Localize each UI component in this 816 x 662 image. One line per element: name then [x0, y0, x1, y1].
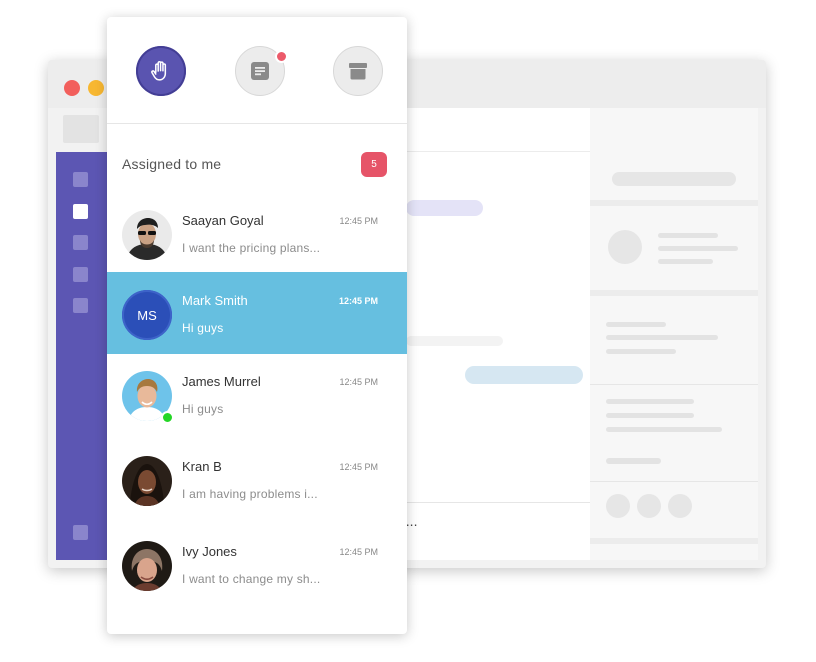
divider	[406, 151, 592, 152]
message-preview: Hi guys	[182, 321, 224, 335]
pane-separator	[590, 290, 758, 296]
pane-separator	[590, 538, 758, 544]
archive-icon	[349, 63, 367, 80]
avatar	[122, 541, 172, 591]
placeholder-line	[606, 413, 694, 418]
hand-icon	[151, 61, 167, 81]
placeholder-line	[606, 349, 676, 354]
conversation-item[interactable]: Ivy Jones 12:45 PM I want to change my s…	[107, 523, 407, 605]
placeholder-line	[606, 458, 661, 464]
message-bubble-placeholder	[406, 336, 503, 346]
sidebar-nav-item[interactable]	[73, 298, 88, 313]
message-preview: Hi guys	[182, 402, 224, 416]
divider	[406, 502, 592, 503]
message-preview: I want the pricing plans...	[182, 241, 321, 255]
avatar-initials: MS	[122, 290, 172, 340]
sidebar-nav-item-active[interactable]	[73, 204, 88, 219]
contact-name: Saayan Goyal	[182, 213, 264, 228]
sidebar-nav-item-bottom[interactable]	[73, 525, 88, 540]
sidebar-nav-item[interactable]	[73, 172, 88, 187]
contact-name: Kran B	[182, 459, 222, 474]
window-close-button[interactable]	[64, 80, 80, 96]
details-pane-placeholder	[590, 108, 758, 560]
avatar	[122, 210, 172, 260]
placeholder-circle	[668, 494, 692, 518]
message-time: 12:45 PM	[339, 377, 378, 387]
placeholder-line	[658, 233, 718, 238]
panel-header	[107, 17, 407, 124]
placeholder-line	[606, 335, 718, 340]
placeholder-line	[606, 427, 722, 432]
toolbar-placeholder	[63, 115, 99, 143]
message-time: 12:45 PM	[339, 216, 378, 226]
sidebar-nav-item[interactable]	[73, 267, 88, 282]
contact-name: Mark Smith	[182, 293, 248, 308]
pane-separator	[590, 200, 758, 206]
online-status-indicator	[161, 411, 174, 424]
message-time: 12:45 PM	[339, 462, 378, 472]
archive-button[interactable]	[333, 46, 383, 96]
sidebar-nav-item[interactable]	[73, 235, 88, 250]
placeholder-line	[606, 322, 666, 327]
placeholder-line	[606, 399, 694, 404]
assigned-filter-button[interactable]	[136, 46, 186, 96]
message-time: 12:45 PM	[339, 547, 378, 557]
notification-dot	[275, 50, 288, 63]
conversation-item-selected[interactable]: MS Mark Smith 12:45 PM Hi guys	[107, 272, 407, 354]
unread-count-badge: 5	[361, 152, 387, 177]
placeholder-line	[658, 246, 738, 251]
divider	[590, 384, 758, 385]
section-title: Assigned to me	[122, 156, 222, 172]
divider	[590, 481, 758, 482]
placeholder-avatar	[608, 230, 642, 264]
placeholder-circle	[606, 494, 630, 518]
app-sidebar	[56, 152, 108, 560]
chat-area-placeholder: e...	[398, 108, 592, 560]
message-preview: I am having problems i...	[182, 487, 318, 501]
document-icon	[251, 62, 269, 80]
contact-name: Ivy Jones	[182, 544, 237, 559]
message-preview: I want to change my sh...	[182, 572, 321, 586]
placeholder-bar	[612, 172, 736, 186]
conversation-item[interactable]: James Murrel 12:45 PM Hi guys	[107, 353, 407, 435]
message-bubble-placeholder	[406, 200, 483, 216]
placeholder-circle	[637, 494, 661, 518]
message-time: 12:45 PM	[338, 296, 378, 306]
contact-name: James Murrel	[182, 374, 261, 389]
conversation-item[interactable]: Saayan Goyal 12:45 PM I want the pricing…	[107, 192, 407, 274]
window-minimize-button[interactable]	[88, 80, 104, 96]
avatar	[122, 456, 172, 506]
conversation-panel: Assigned to me 5 Saayan Goyal 12:45 PM I…	[107, 17, 407, 634]
placeholder-line	[658, 259, 713, 264]
conversation-item[interactable]: Kran B 12:45 PM I am having problems i..…	[107, 438, 407, 520]
message-bubble-placeholder	[465, 366, 583, 384]
